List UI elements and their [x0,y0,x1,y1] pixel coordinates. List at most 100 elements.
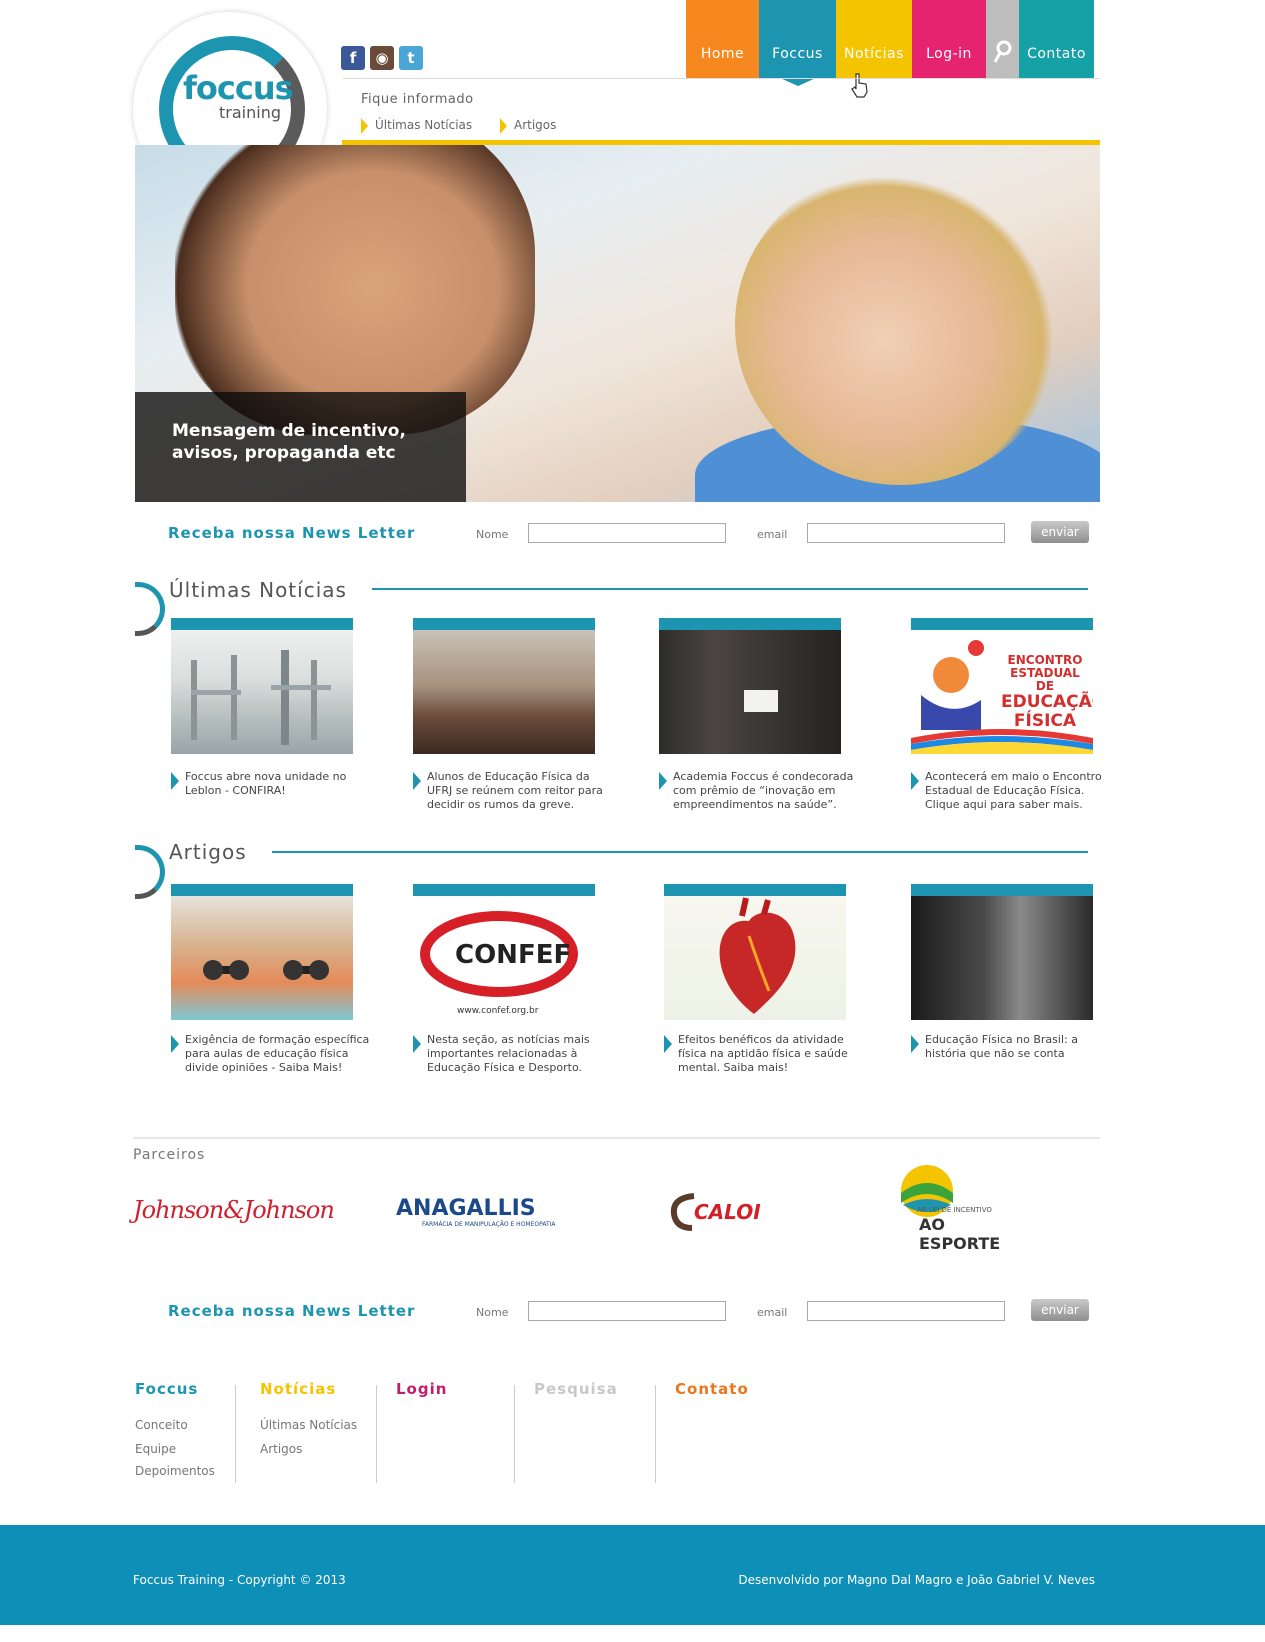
footer-link-equipe[interactable]: Equipe [135,1442,176,1456]
partner-logo-anagallis[interactable]: ANAGALLIS FARMÁCIA DE MANIPULAÇÃO E HOME… [396,1196,556,1228]
card-top-bar [664,884,846,896]
news-image-poster: ENCONTRO ESTADUAL DE EDUCAÇÃO FÍSICA [911,630,1093,754]
submenu-divider [343,78,1100,79]
article-card[interactable] [911,884,1093,1020]
newsletter-title: Receba nossa News Letter [168,524,416,542]
footer-nav-noticias[interactable]: Notícias [260,1380,336,1398]
news-card-text[interactable]: Foccus abre nova unidade no Leblon - CON… [171,770,371,798]
article-card-text[interactable]: Nesta seção, as notícias mais importante… [413,1033,613,1075]
article-card[interactable] [171,884,353,1020]
news-image-gym [171,630,353,754]
news-card-text[interactable]: Alunos de Educação Física da UFRJ se reú… [413,770,613,812]
footer-credits: Desenvolvido por Magno Dal Magro e João … [738,1573,1095,1587]
newsletter-submit-button[interactable]: enviar [1031,521,1089,543]
news-card-text[interactable]: Acontecerá em maio o Encontro Estadual d… [911,770,1111,812]
newsletter-email-input[interactable] [807,1301,1005,1321]
footer-nav-divider [514,1385,515,1483]
article-card-text[interactable]: Exigência de formação específica para au… [171,1033,371,1075]
confef-logo-text: CONFEF [455,940,572,970]
footer-nav-pesquisa[interactable]: Pesquisa [534,1380,618,1398]
footer-nav-contato[interactable]: Contato [675,1380,749,1398]
article-card[interactable]: CONFEF www.confef.org.br [413,884,595,1020]
article-image-history [911,896,1093,1020]
news-card[interactable] [413,618,595,754]
news-card-text[interactable]: Academia Foccus é condecorada com prêmio… [659,770,859,812]
nav-noticias[interactable]: Notícias [836,0,912,78]
poster-line-3: EDUCAÇÃO [1001,692,1093,712]
card-top-bar [911,618,1093,630]
footer-link-artigos[interactable]: Artigos [260,1442,302,1456]
article-image-dumbbells [171,896,353,1020]
nav-login[interactable]: Log-in [912,0,986,78]
cursor-hand-icon [851,73,868,98]
articles-section-line [272,851,1088,853]
newsletter-email-input[interactable] [807,523,1005,543]
hero-banner[interactable]: Mensagem de incentivo, avisos, propagand… [135,145,1100,502]
news-card[interactable]: ENCONTRO ESTADUAL DE EDUCAÇÃO FÍSICA [911,618,1093,754]
newsletter-email-label: email [757,1306,788,1319]
partner-logo-ao-esporte[interactable]: AR LEI DE INCENTIVO AO ESPORTE [897,1163,1027,1253]
articles-section-title: Artigos [169,840,247,864]
news-image-award [659,630,841,754]
nav-active-pointer [779,78,816,86]
footer-link-ultimas-noticias[interactable]: Últimas Notícias [260,1418,357,1432]
section-arc-icon [135,845,165,899]
nav-foccus[interactable]: Foccus [759,0,836,86]
article-card-text[interactable]: Educação Física no Brasil: a história qu… [911,1033,1111,1061]
footer-nav-login[interactable]: Login [396,1380,447,1398]
card-top-bar [413,884,595,896]
nav-contato[interactable]: Contato [1019,0,1094,78]
ao-esporte-name: AO ESPORTE [919,1215,1001,1253]
newsletter-title: Receba nossa News Letter [168,1302,416,1320]
poster-line-4: FÍSICA [1013,711,1077,731]
newsletter-name-label: Nome [476,1306,509,1319]
nav-search[interactable] [986,0,1019,78]
search-icon [993,40,1011,63]
footer-nav-divider [655,1385,656,1483]
article-card-text[interactable]: Efeitos benéficos da atividade física na… [664,1033,864,1075]
poster-line-2: ESTADUAL DE [1010,666,1080,693]
card-top-bar [911,884,1093,896]
card-top-bar [413,618,595,630]
card-top-bar [171,884,353,896]
card-top-bar [171,618,353,630]
submenu-title: Fique informado [361,92,474,107]
nav-foccus-label: Foccus [772,46,823,62]
anagallis-tagline: FARMÁCIA DE MANIPULAÇÃO E HOMEOPATIA [422,1221,556,1228]
instagram-icon[interactable]: ◉ [370,46,394,70]
facebook-icon[interactable]: f [341,46,365,70]
newsletter-email-label: email [757,528,788,541]
footer-nav-divider [235,1385,236,1483]
newsletter-name-input[interactable] [528,1301,726,1321]
partner-logo-johnson[interactable]: Johnson&Johnson [133,1196,335,1224]
footer-copyright: Foccus Training - Copyright © 2013 [133,1573,346,1587]
submenu-link-artigos[interactable]: Artigos [500,118,556,134]
news-section-line [372,588,1088,590]
partners-title: Parceiros [133,1147,206,1163]
ao-esporte-tagline: AR LEI DE INCENTIVO [917,1206,992,1214]
partners-divider [133,1137,1100,1139]
footer-nav-foccus[interactable]: Foccus [135,1380,198,1398]
caloi-name: CALOI [694,1200,761,1224]
nav-home[interactable]: Home [686,0,759,78]
article-image-heart [664,896,846,1020]
section-arc-icon [135,582,165,636]
ao-esporte-mark-icon [901,1165,953,1217]
hero-caption: Mensagem de incentivo, avisos, propagand… [172,421,406,463]
article-card[interactable] [664,884,846,1020]
footer-link-depoimentos[interactable]: Depoimentos [135,1464,215,1478]
hero-photo-woman [735,165,1065,485]
news-card[interactable] [659,618,841,754]
newsletter-submit-button[interactable]: enviar [1031,1299,1089,1321]
footer-nav-divider [376,1385,377,1483]
article-image-confef: CONFEF www.confef.org.br [413,896,595,1020]
submenu-link-ultimas-noticias[interactable]: Últimas Notícias [361,118,472,134]
card-top-bar [659,618,841,630]
news-card[interactable] [171,618,353,754]
footer-link-conceito[interactable]: Conceito [135,1418,188,1432]
confef-url: www.confef.org.br [457,1006,539,1016]
news-image-meeting [413,630,595,754]
newsletter-name-input[interactable] [528,523,726,543]
logo-subtitle: training [219,103,281,122]
twitter-icon[interactable]: t [399,46,423,70]
